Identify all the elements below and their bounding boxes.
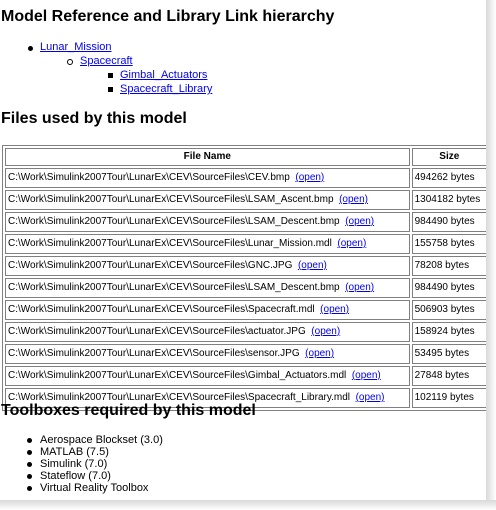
table-row: C:\Work\Simulink2007Tour\LunarEx\CEV\Sou… bbox=[5, 322, 487, 342]
file-size-cell: 102119 bytes bbox=[411, 388, 487, 408]
files-table-body: C:\Work\Simulink2007Tour\LunarEx\CEV\Sou… bbox=[5, 168, 487, 408]
bullet-square bbox=[108, 73, 113, 78]
open-file-link[interactable]: (open) bbox=[298, 260, 327, 271]
table-row: C:\Work\Simulink2007Tour\LunarEx\CEV\Sou… bbox=[5, 344, 487, 364]
column-header-size: Size bbox=[411, 148, 487, 166]
file-path: C:\Work\Simulink2007Tour\LunarEx\CEV\Sou… bbox=[8, 238, 332, 249]
column-header-file-name: File Name bbox=[5, 148, 410, 166]
table-row: C:\Work\Simulink2007Tour\LunarEx\CEV\Sou… bbox=[5, 278, 487, 298]
file-name-cell: C:\Work\Simulink2007Tour\LunarEx\CEV\Sou… bbox=[5, 256, 410, 276]
tree-item-gimbal-actuators: Gimbal_Actuators bbox=[120, 69, 207, 82]
file-name-cell: C:\Work\Simulink2007Tour\LunarEx\CEV\Sou… bbox=[5, 322, 410, 342]
open-file-link[interactable]: (open) bbox=[339, 194, 368, 205]
bullet-disc bbox=[27, 486, 32, 491]
open-file-link[interactable]: (open) bbox=[356, 392, 385, 403]
open-file-link[interactable]: (open) bbox=[320, 304, 349, 315]
page-shadow-bottom bbox=[0, 500, 496, 510]
file-size-cell: 155758 bytes bbox=[411, 234, 487, 254]
tree-item-spacecraft-library: Spacecraft_Library bbox=[120, 83, 212, 96]
file-path: C:\Work\Simulink2007Tour\LunarEx\CEV\Sou… bbox=[8, 216, 340, 227]
file-name-cell: C:\Work\Simulink2007Tour\LunarEx\CEV\Sou… bbox=[5, 366, 410, 386]
table-header-row: File Name Size bbox=[5, 148, 487, 166]
file-name-cell: C:\Work\Simulink2007Tour\LunarEx\CEV\Sou… bbox=[5, 278, 410, 298]
tree-item-spacecraft: Spacecraft bbox=[80, 55, 133, 68]
file-size-cell: 53495 bytes bbox=[411, 344, 487, 364]
file-name-cell: C:\Work\Simulink2007Tour\LunarEx\CEV\Sou… bbox=[5, 190, 410, 210]
files-heading: Files used by this model bbox=[1, 110, 187, 127]
file-path: C:\Work\Simulink2007Tour\LunarEx\CEV\Sou… bbox=[8, 326, 306, 337]
file-path: C:\Work\Simulink2007Tour\LunarEx\CEV\Sou… bbox=[8, 194, 334, 205]
link-spacecraft-library[interactable]: Spacecraft_Library bbox=[120, 83, 212, 95]
file-size-cell: 494262 bytes bbox=[411, 168, 487, 188]
bullet-disc bbox=[27, 474, 32, 479]
table-row: C:\Work\Simulink2007Tour\LunarEx\CEV\Sou… bbox=[5, 190, 487, 210]
file-name-cell: C:\Work\Simulink2007Tour\LunarEx\CEV\Sou… bbox=[5, 168, 410, 188]
bullet-circle bbox=[67, 59, 73, 65]
toolbox-item: Simulink (7.0) bbox=[27, 458, 108, 470]
toolbox-label: Virtual Reality Toolbox bbox=[40, 482, 149, 494]
toolbox-label: MATLAB (7.5) bbox=[40, 446, 109, 458]
bullet-disc bbox=[27, 438, 32, 443]
table-row: C:\Work\Simulink2007Tour\LunarEx\CEV\Sou… bbox=[5, 168, 487, 188]
file-size-cell: 158924 bytes bbox=[411, 322, 487, 342]
hierarchy-heading: Model Reference and Library Link hierarc… bbox=[1, 8, 335, 25]
file-path: C:\Work\Simulink2007Tour\LunarEx\CEV\Sou… bbox=[8, 172, 290, 183]
files-table: File Name Size C:\Work\Simulink2007Tour\… bbox=[2, 145, 490, 411]
bullet-disc bbox=[27, 450, 32, 455]
file-size-cell: 27848 bytes bbox=[411, 366, 487, 386]
open-file-link[interactable]: (open) bbox=[305, 348, 334, 359]
table-row: C:\Work\Simulink2007Tour\LunarEx\CEV\Sou… bbox=[5, 300, 487, 320]
file-name-cell: C:\Work\Simulink2007Tour\LunarEx\CEV\Sou… bbox=[5, 212, 410, 232]
toolbox-item: Aerospace Blockset (3.0) bbox=[27, 434, 163, 446]
file-size-cell: 506903 bytes bbox=[411, 300, 487, 320]
table-row: C:\Work\Simulink2007Tour\LunarEx\CEV\Sou… bbox=[5, 256, 487, 276]
file-name-cell: C:\Work\Simulink2007Tour\LunarEx\CEV\Sou… bbox=[5, 344, 410, 364]
open-file-link[interactable]: (open) bbox=[295, 172, 324, 183]
file-path: C:\Work\Simulink2007Tour\LunarEx\CEV\Sou… bbox=[8, 304, 315, 315]
tree-item-lunar-mission: Lunar_Mission bbox=[40, 41, 112, 54]
file-size-cell: 1304182 bytes bbox=[411, 190, 487, 210]
open-file-link[interactable]: (open) bbox=[345, 216, 374, 227]
open-file-link[interactable]: (open) bbox=[337, 238, 366, 249]
link-lunar-mission[interactable]: Lunar_Mission bbox=[40, 41, 112, 53]
table-row: C:\Work\Simulink2007Tour\LunarEx\CEV\Sou… bbox=[5, 366, 487, 386]
bullet-disc bbox=[27, 462, 32, 467]
file-name-cell: C:\Work\Simulink2007Tour\LunarEx\CEV\Sou… bbox=[5, 300, 410, 320]
file-name-cell: C:\Work\Simulink2007Tour\LunarEx\CEV\Sou… bbox=[5, 234, 410, 254]
file-path: C:\Work\Simulink2007Tour\LunarEx\CEV\Sou… bbox=[8, 282, 340, 293]
file-size-cell: 78208 bytes bbox=[411, 256, 487, 276]
page-shadow-right bbox=[486, 0, 496, 510]
file-size-cell: 984490 bytes bbox=[411, 278, 487, 298]
file-path: C:\Work\Simulink2007Tour\LunarEx\CEV\Sou… bbox=[8, 348, 300, 359]
link-spacecraft[interactable]: Spacecraft bbox=[80, 55, 133, 67]
toolbox-label: Simulink (7.0) bbox=[40, 458, 108, 470]
bullet-square bbox=[108, 87, 113, 92]
toolbox-item: Stateflow (7.0) bbox=[27, 470, 111, 482]
file-path: C:\Work\Simulink2007Tour\LunarEx\CEV\Sou… bbox=[8, 370, 347, 381]
bullet-disc bbox=[28, 46, 33, 51]
table-row: C:\Work\Simulink2007Tour\LunarEx\CEV\Sou… bbox=[5, 212, 487, 232]
open-file-link[interactable]: (open) bbox=[345, 282, 374, 293]
table-row: C:\Work\Simulink2007Tour\LunarEx\CEV\Sou… bbox=[5, 234, 487, 254]
file-size-cell: 984490 bytes bbox=[411, 212, 487, 232]
toolbox-item: Virtual Reality Toolbox bbox=[27, 482, 149, 494]
toolbox-item: MATLAB (7.5) bbox=[27, 446, 109, 458]
toolboxes-heading: Toolboxes required by this model bbox=[1, 402, 256, 419]
report-page: Model Reference and Library Link hierarc… bbox=[0, 0, 490, 505]
toolbox-label: Stateflow (7.0) bbox=[40, 470, 111, 482]
open-file-link[interactable]: (open) bbox=[311, 326, 340, 337]
open-file-link[interactable]: (open) bbox=[352, 370, 381, 381]
file-path: C:\Work\Simulink2007Tour\LunarEx\CEV\Sou… bbox=[8, 260, 293, 271]
toolbox-label: Aerospace Blockset (3.0) bbox=[40, 434, 163, 446]
link-gimbal-actuators[interactable]: Gimbal_Actuators bbox=[120, 69, 207, 81]
